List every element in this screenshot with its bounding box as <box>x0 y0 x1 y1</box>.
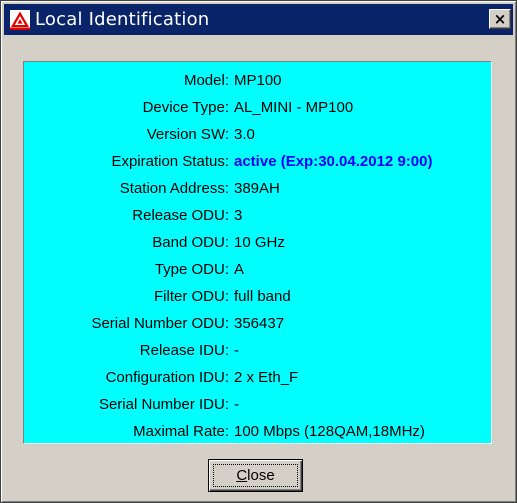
close-button[interactable]: Close <box>208 459 303 492</box>
field-label: Serial Number IDU: <box>98 396 229 413</box>
field-label: Filter ODU: <box>154 288 229 305</box>
field-row-band-odu: Band ODU: 10 GHz <box>24 232 491 254</box>
field-label: Band ODU: <box>152 234 229 251</box>
field-value: - <box>234 342 239 359</box>
field-row-filter-odu: Filter ODU: full band <box>24 286 491 308</box>
field-value: 3 <box>234 207 243 224</box>
field-row-model: Model: MP100 <box>24 70 491 92</box>
field-row-release-odu: Release ODU: 3 <box>24 205 491 227</box>
field-row-expiration-status: Expiration Status: active (Exp:30.04.201… <box>24 151 491 173</box>
field-row-serial-number-odu: Serial Number ODU: 356437 <box>24 313 491 335</box>
warning-triangle-logo-icon <box>9 9 31 31</box>
field-value: full band <box>234 288 291 305</box>
identification-panel: Model: MP100 Device Type: AL_MINI - MP10… <box>23 61 492 444</box>
field-label: Type ODU: <box>154 261 229 278</box>
field-row-configuration-idu: Configuration IDU: 2 x Eth_F <box>24 367 491 389</box>
field-row-device-type: Device Type: AL_MINI - MP100 <box>24 97 491 119</box>
field-value: 100 Mbps (128QAM,18MHz) <box>234 423 425 440</box>
field-value: AL_MINI - MP100 <box>234 99 354 116</box>
field-value: 2 x Eth_F <box>234 369 299 386</box>
field-label: Maximal Rate: <box>133 423 229 440</box>
field-label: Release IDU: <box>139 342 229 359</box>
field-row-maximal-rate: Maximal Rate: 100 Mbps (128QAM,18MHz) <box>24 421 491 443</box>
field-value: 356437 <box>234 315 285 332</box>
field-row-type-odu: Type ODU: A <box>24 259 491 281</box>
title-bar[interactable]: Local Identification × <box>4 4 513 35</box>
field-label: Expiration Status: <box>111 153 229 170</box>
field-row-station-address: Station Address: 389AH <box>24 178 491 200</box>
field-label: Station Address: <box>119 180 229 197</box>
local-identification-dialog: Local Identification × Model: MP100 Devi… <box>0 0 517 503</box>
field-label: Model: <box>183 72 229 89</box>
field-value: - <box>234 396 239 413</box>
field-label: Serial Number ODU: <box>91 315 229 332</box>
close-button-label: Close <box>236 467 275 484</box>
field-value: 10 GHz <box>234 234 285 251</box>
field-label: Device Type: <box>142 99 229 116</box>
field-row-version-sw: Version SW: 3.0 <box>24 124 491 146</box>
expiration-status-value: active (Exp:30.04.2012 9:00) <box>234 153 433 170</box>
field-value: 389AH <box>234 180 280 197</box>
field-label: Configuration IDU: <box>105 369 229 386</box>
field-value: A <box>234 261 245 278</box>
field-value: 3.0 <box>234 126 255 143</box>
window-title: Local Identification <box>35 9 210 30</box>
field-label: Version SW: <box>146 126 229 143</box>
window-close-button[interactable]: × <box>489 9 511 29</box>
field-row-serial-number-idu: Serial Number IDU: - <box>24 394 491 416</box>
field-value: MP100 <box>234 72 282 89</box>
close-icon: × <box>493 9 507 28</box>
field-label: Release ODU: <box>132 207 229 224</box>
field-row-release-idu: Release IDU: - <box>24 340 491 362</box>
